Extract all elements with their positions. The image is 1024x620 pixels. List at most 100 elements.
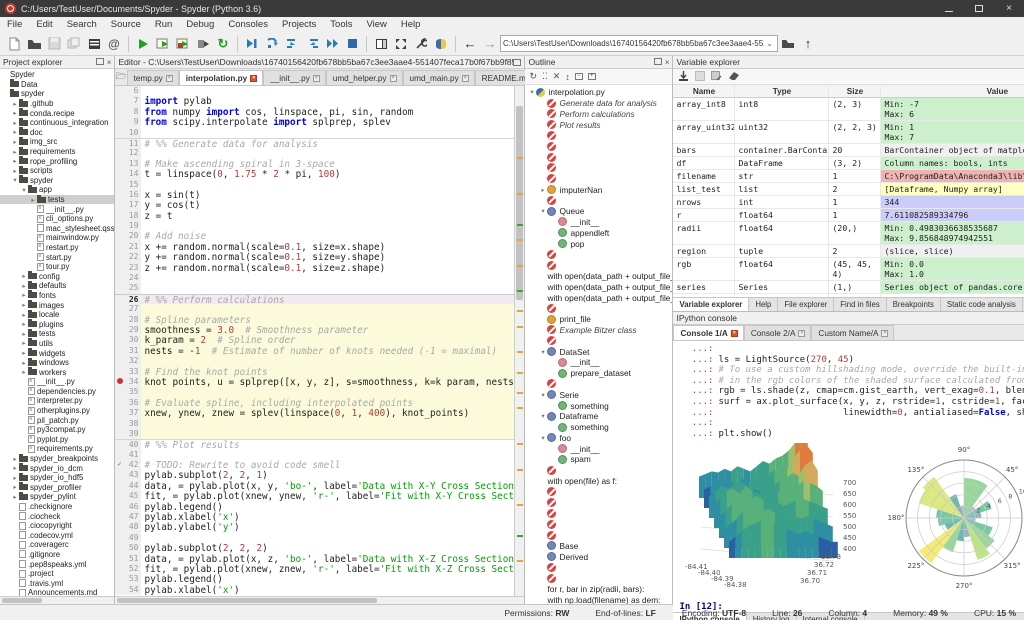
close-tab-icon[interactable]: × <box>461 74 469 82</box>
outline-item[interactable] <box>525 260 672 271</box>
variable-row-rgb[interactable]: rgb float64 (45, 45, 4) Min: 0.0 Max: 1.0 <box>673 258 1024 281</box>
import-data-icon[interactable] <box>678 70 689 83</box>
variable-row-radii[interactable]: radii float64 (20,) Min: 0.4983036638535687… <box>673 222 1024 245</box>
tree-item-fonts[interactable]: ▸ fonts <box>0 290 114 301</box>
preferences-button[interactable]: @ <box>104 34 124 54</box>
project-tree[interactable]: Spyder Data spyder ▸ .github ▸ conda.recipe ▸ co… <box>0 69 115 596</box>
outline-item-imputerNan[interactable]: ▸ imputerNan <box>525 184 672 195</box>
menu-projects[interactable]: Projects <box>275 19 323 30</box>
outline-item[interactable] <box>525 508 672 519</box>
outline-collapse-icon[interactable]: ⁚⁚ <box>542 71 548 82</box>
tree-item-utils[interactable]: ▸ utils <box>0 338 114 349</box>
column-header-value[interactable]: Value <box>881 86 1024 97</box>
outline-tree[interactable]: ▾ interpolation.py Generate data for analy… <box>525 85 672 604</box>
outline-item-something[interactable]: something <box>525 400 672 411</box>
forward-button[interactable]: → <box>480 34 500 54</box>
variable-row-array_int8[interactable]: array_int8 int8 (2, 3) Min: -7 Max: 6 <box>673 98 1024 121</box>
variable-row-r[interactable]: r float64 1 7.611082589334796 <box>673 209 1024 222</box>
plugin-tab-help[interactable]: Help <box>749 298 779 311</box>
outline-item-with open(data_path + output_file_n…[interactable]: with open(data_path + output_file_n… <box>525 292 672 303</box>
tree-item-doc[interactable]: ▸ doc <box>0 127 114 138</box>
close-button[interactable]: × <box>994 0 1024 17</box>
run-button[interactable] <box>133 34 153 54</box>
debug-step-into-button[interactable] <box>282 34 302 54</box>
tree-item-pyplot.py[interactable]: pyplot.py <box>0 435 114 445</box>
remove-variable-icon[interactable] <box>728 71 740 82</box>
tree-item-tour.py[interactable]: tour.py <box>0 262 114 272</box>
tree-item-spyder[interactable]: ▾ spyder <box>0 175 114 186</box>
outline-item[interactable] <box>525 562 672 573</box>
tree-item-cli_options.py[interactable]: cli_options.py <box>0 214 114 224</box>
tree-item-requirements[interactable]: ▸ requirements <box>0 146 114 157</box>
tree-item-.ciocopyright[interactable]: .ciocopyright <box>0 521 114 531</box>
outline-item-appendleft[interactable]: appendleft <box>525 227 672 238</box>
variable-row-region[interactable]: region tuple 2 (slice, slice) <box>673 245 1024 258</box>
menu-source[interactable]: Source <box>104 19 148 30</box>
save-button[interactable] <box>44 34 64 54</box>
tree-item-py3compat.py[interactable]: py3compat.py <box>0 425 114 435</box>
tree-item-app[interactable]: ▾ app <box>0 184 114 195</box>
outline-item-with open(data_path + output_file_n…[interactable]: with open(data_path + output_file_n… <box>525 271 672 282</box>
plugin-tab-static-code-analysis[interactable]: Static code analysis <box>941 298 1023 311</box>
outline-item-Dataframe[interactable]: ▾ Dataframe <box>525 411 672 422</box>
breakpoint-icon[interactable] <box>117 378 124 385</box>
save-data-icon[interactable] <box>695 70 706 83</box>
menu-edit[interactable]: Edit <box>29 19 59 30</box>
tree-item-plugins[interactable]: ▸ plugins <box>0 319 114 329</box>
tree-item-defaults[interactable]: ▸ defaults <box>0 280 114 291</box>
python-env-button[interactable] <box>431 34 451 54</box>
outline-item-spam[interactable]: spam <box>525 454 672 465</box>
tree-item-spyder[interactable]: spyder <box>0 88 114 99</box>
outline-item[interactable] <box>525 173 672 184</box>
tree-item-mainwindow.py[interactable]: mainwindow.py <box>0 233 114 243</box>
working-directory-combo[interactable]: C:\Users\TestUser\Downloads\16740156420f… <box>500 35 778 52</box>
outline-item[interactable] <box>525 497 672 508</box>
column-header-name[interactable]: Name <box>673 85 736 97</box>
variable-row-series[interactable]: series Series (1,) Series object of pandas.… <box>673 281 1024 294</box>
editor-tab-__init__.py[interactable]: __init__.py × <box>263 70 326 85</box>
outline-item[interactable] <box>525 465 672 476</box>
editor-tab-umd_helper.py[interactable]: umd_helper.py × <box>325 70 403 85</box>
tree-item-.travis.yml[interactable]: .travis.yml <box>0 578 114 588</box>
tree-item-interpreter.py[interactable]: interpreter.py <box>0 396 114 406</box>
editor-scrollbar[interactable] <box>514 86 525 596</box>
outline-item-Serie[interactable]: ▾ Serie <box>525 389 672 400</box>
plugin-tab-file-explorer[interactable]: File explorer <box>778 298 835 311</box>
console-tab-console-2-a[interactable]: Console 2/A × <box>743 325 812 340</box>
plugin-tab-find-in-files[interactable]: Find in files <box>834 298 887 311</box>
outline-item[interactable] <box>525 335 672 346</box>
new-file-button[interactable] <box>4 34 24 54</box>
outline-item-__init__[interactable]: __init__ <box>525 217 672 228</box>
minimize-button[interactable] <box>934 0 964 17</box>
parent-directory-button[interactable]: ↑ <box>798 34 818 54</box>
outline-item[interactable] <box>525 519 672 530</box>
tree-item-workers[interactable]: ▸ workers <box>0 367 114 377</box>
outline-item[interactable] <box>525 152 672 163</box>
menu-run[interactable]: Run <box>148 19 179 30</box>
tree-item-__init__.py[interactable]: __init__.py <box>0 377 114 387</box>
console-output[interactable]: ...:...: ls = LightSource(270, 45)...: # T… <box>673 341 1024 612</box>
layout-button[interactable] <box>371 34 391 54</box>
outline-item-Example Bitzer class[interactable]: Example Bitzer class <box>525 325 672 336</box>
float-pane-icon[interactable] <box>95 57 104 65</box>
tree-item-widgets[interactable]: ▸ widgets <box>0 348 114 358</box>
browse-tabs-icon[interactable]: 🗁 <box>115 69 126 85</box>
menu-help[interactable]: Help <box>394 19 428 30</box>
tree-item-config[interactable]: ▸ config <box>0 271 114 281</box>
close-pane-icon[interactable]: × <box>107 58 112 67</box>
column-header-size[interactable]: Size <box>829 85 882 97</box>
tree-item-.gitignore[interactable]: .gitignore <box>0 550 114 560</box>
menu-debug[interactable]: Debug <box>179 19 221 30</box>
tree-item-requirements.py[interactable]: requirements.py <box>0 444 114 454</box>
outline-item-with open(file) as f:[interactable]: with open(file) as f: <box>525 476 672 487</box>
tree-item-.ciocheck[interactable]: .ciocheck <box>0 511 114 521</box>
outline-item-with open(data_path + output_file_n…[interactable]: with open(data_path + output_file_n… <box>525 281 672 292</box>
tree-item-conda.recipe[interactable]: ▸ conda.recipe <box>0 108 114 118</box>
float-pane-icon[interactable] <box>653 57 662 65</box>
close-tab-icon[interactable]: × <box>250 74 258 82</box>
menu-consoles[interactable]: Consoles <box>221 19 275 30</box>
tree-item-restart.py[interactable]: restart.py <box>0 243 114 253</box>
variable-row-array_uint32[interactable]: array_uint32 uint32 (2, 2, 3) Min: 1 Max: 7 <box>673 121 1024 144</box>
variable-table[interactable]: Name Type Size Value array_int8 int8 (2, 3) Min… <box>673 85 1024 297</box>
tree-item-otherplugins.py[interactable]: otherplugins.py <box>0 406 114 416</box>
